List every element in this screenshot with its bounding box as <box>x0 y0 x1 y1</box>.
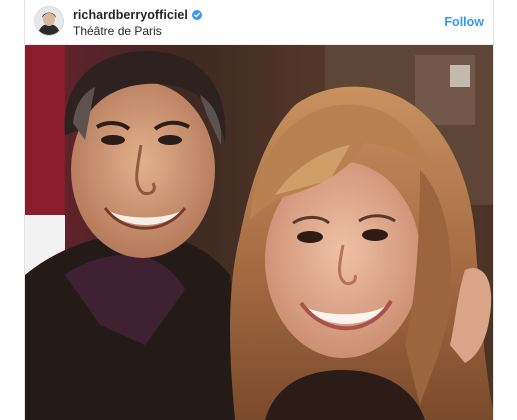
follow-button[interactable]: Follow <box>444 15 484 29</box>
verified-badge-icon <box>191 10 202 20</box>
selfie-image <box>25 45 493 420</box>
username-link[interactable]: richardberryofficiel <box>73 8 188 22</box>
profile-avatar[interactable] <box>34 6 64 36</box>
user-info: richardberryofficiel Théâtre de Paris <box>73 7 202 38</box>
username-row: richardberryofficiel <box>73 7 202 23</box>
post-photo[interactable] <box>25 45 493 420</box>
instagram-post-card: richardberryofficiel Théâtre de Paris Fo… <box>24 0 494 420</box>
post-header: richardberryofficiel Théâtre de Paris Fo… <box>25 0 493 45</box>
avatar-image <box>35 7 63 35</box>
location-link[interactable]: Théâtre de Paris <box>73 24 202 38</box>
screenshot-frame: richardberryofficiel Théâtre de Paris Fo… <box>0 0 517 420</box>
